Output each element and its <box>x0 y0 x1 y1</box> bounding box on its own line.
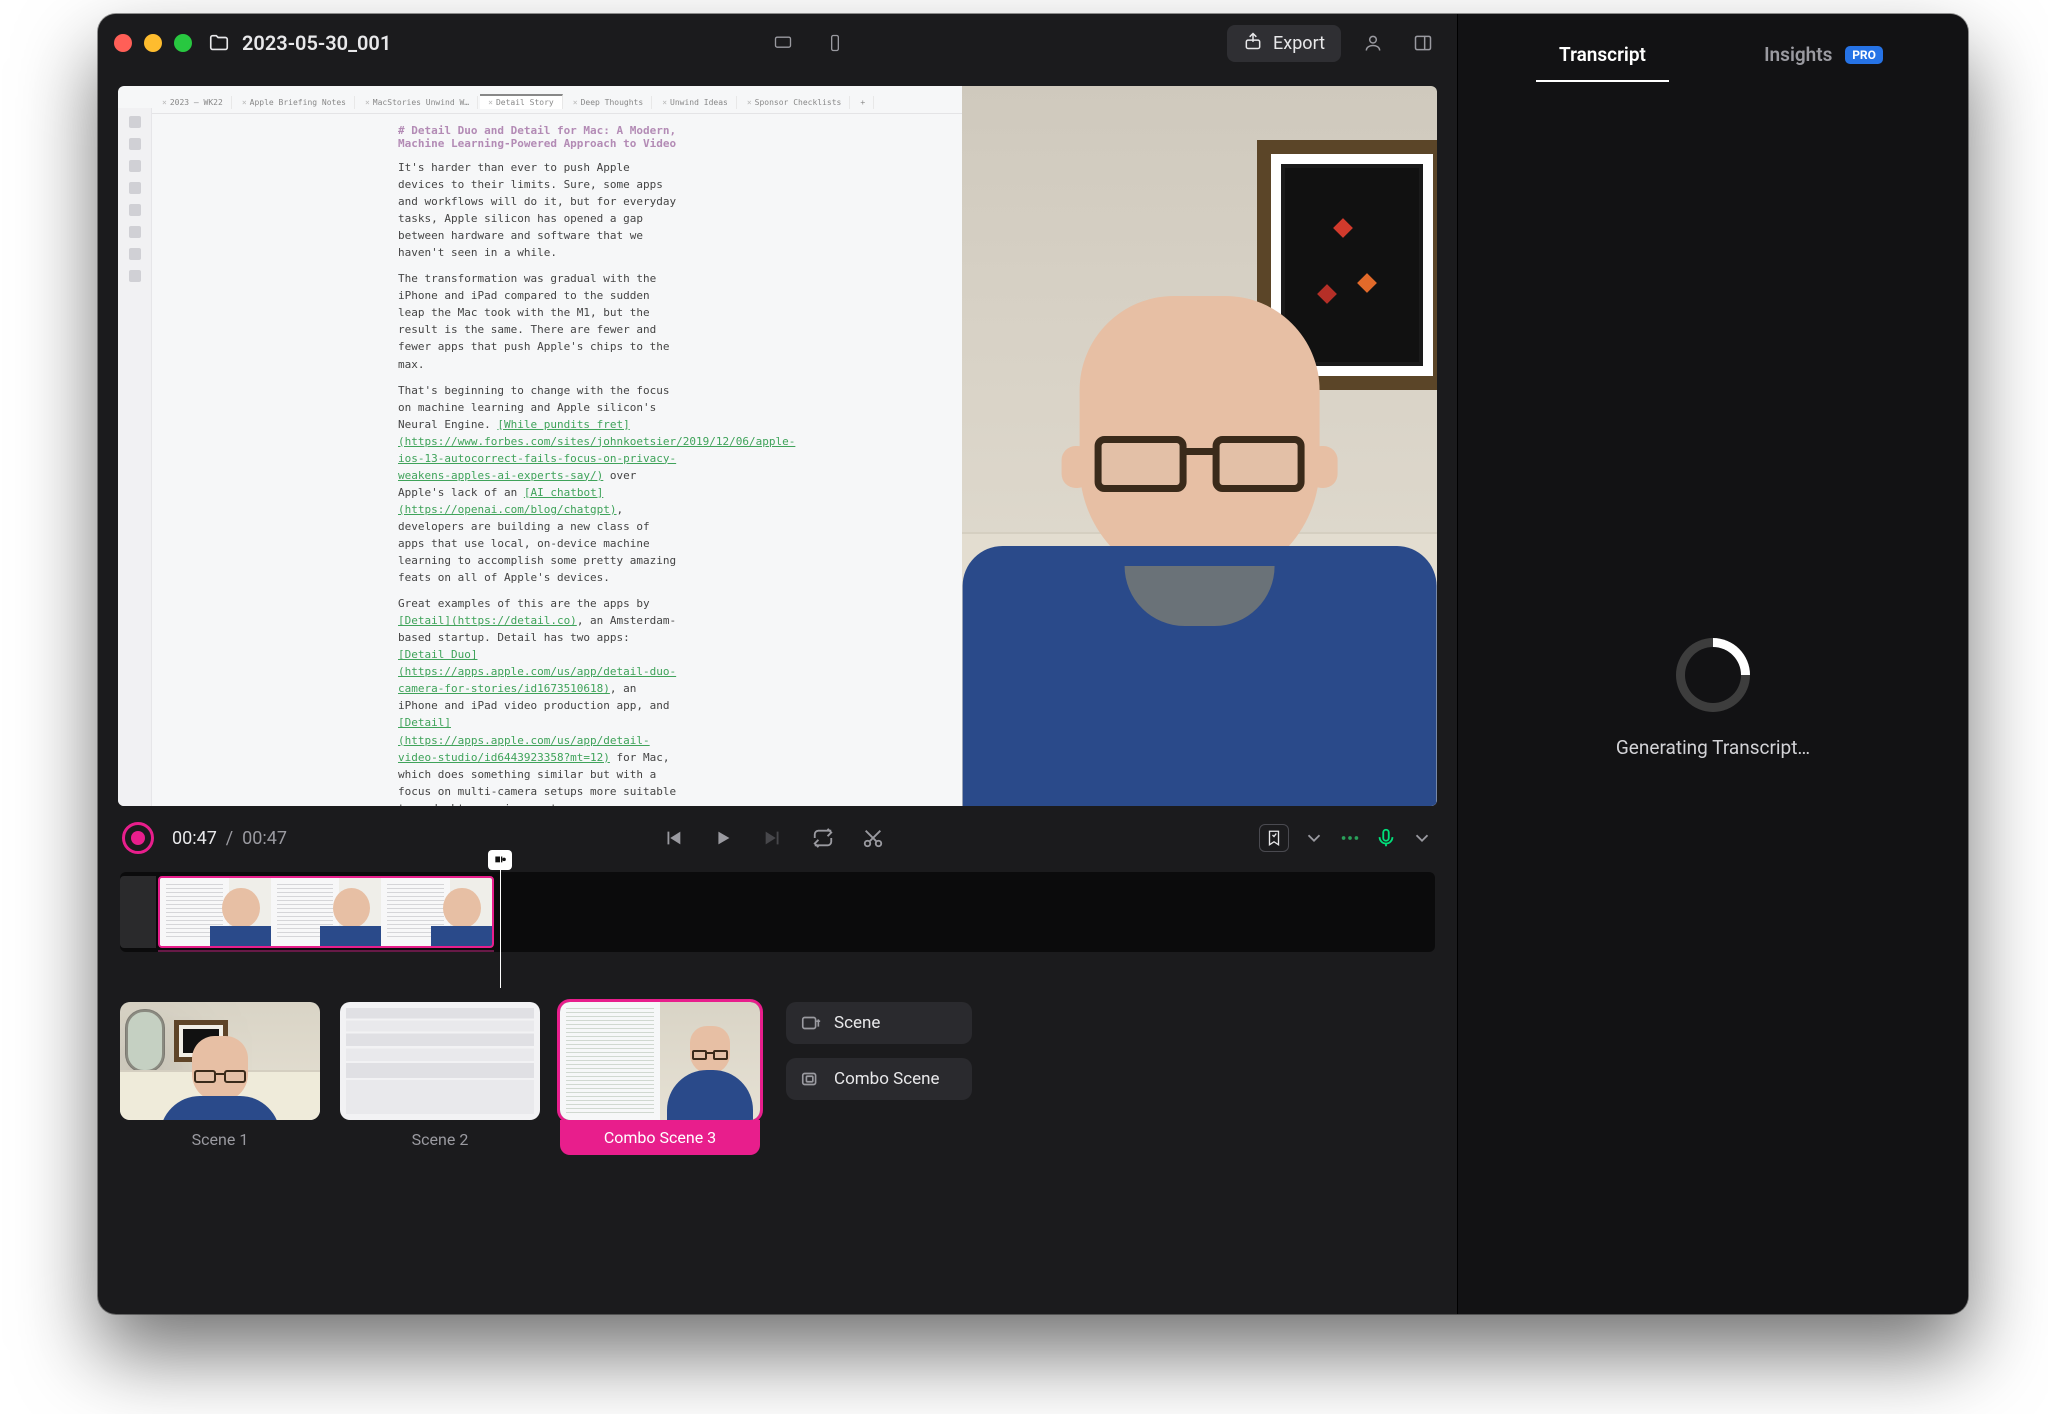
scene-3[interactable]: Combo Scene 3 <box>560 1002 760 1155</box>
titlebar: 2023-05-30_001 Export <box>98 14 1457 72</box>
cut-button[interactable] <box>862 827 884 849</box>
timeline-audio[interactable] <box>158 950 494 952</box>
export-button[interactable]: Export <box>1227 25 1341 62</box>
preview-viewport: ×2023 – WK22 ×Apple Briefing Notes ×MacS… <box>118 86 1437 806</box>
skip-forward-button[interactable] <box>762 827 784 849</box>
traffic-lights <box>114 34 192 52</box>
play-button[interactable] <box>712 827 734 849</box>
add-combo-scene-icon <box>800 1068 822 1090</box>
transcript-status: Generating Transcript… <box>1616 736 1810 759</box>
scene-3-label: Combo Scene 3 <box>560 1120 760 1155</box>
scene-2[interactable]: Scene 2 <box>340 1002 540 1149</box>
skip-back-button[interactable] <box>662 827 684 849</box>
marker-chevron-icon[interactable] <box>1303 827 1325 849</box>
loop-button[interactable] <box>812 827 834 849</box>
scene-2-label: Scene 2 <box>340 1120 540 1149</box>
account-button[interactable] <box>1355 28 1391 58</box>
timecode: 00:47 / 00:47 <box>172 828 287 849</box>
export-label: Export <box>1273 33 1325 54</box>
camera-source <box>962 86 1437 806</box>
app-window: 2023-05-30_001 Export <box>98 14 1968 1314</box>
scene-strip: Scene 1 Scene 2 Combo Scene 3 <box>98 978 1457 1155</box>
editor-tabs: ×2023 – WK22 ×Apple Briefing Notes ×MacS… <box>118 92 962 114</box>
timeline[interactable] <box>120 868 1435 978</box>
display-mode-button[interactable] <box>765 28 801 58</box>
inspector-panel: Transcript Insights PRO Generating Trans… <box>1458 14 1968 1314</box>
add-scene-button[interactable]: Scene <box>786 1002 972 1044</box>
add-combo-scene-button[interactable]: Combo Scene <box>786 1058 972 1100</box>
project-folder-icon[interactable] <box>208 32 230 54</box>
transport-bar: 00:47 / 00:47 <box>98 806 1457 862</box>
scene-1-label: Scene 1 <box>120 1120 320 1149</box>
sidebar-toggle-button[interactable] <box>1405 28 1441 58</box>
tab-insights[interactable]: Insights PRO <box>1713 43 1934 82</box>
document-heading: # Detail Duo and Detail for Mac: A Moder… <box>398 124 676 150</box>
device-button[interactable] <box>817 28 853 58</box>
minimize-window-button[interactable] <box>144 34 162 52</box>
add-scene-icon <box>800 1012 822 1034</box>
close-window-button[interactable] <box>114 34 132 52</box>
project-title: 2023-05-30_001 <box>242 31 391 55</box>
person-avatar <box>962 236 1437 806</box>
editor-sidebar <box>118 108 152 806</box>
marker-button[interactable] <box>1259 824 1289 852</box>
more-button[interactable] <box>1339 827 1361 849</box>
playhead-line[interactable] <box>500 850 501 988</box>
timeline-track[interactable] <box>120 872 1435 952</box>
share-icon <box>1243 31 1263 56</box>
transcript-body: Generating Transcript… <box>1458 82 1968 1314</box>
main-pane: 2023-05-30_001 Export <box>98 14 1458 1314</box>
mic-chevron-icon[interactable] <box>1411 827 1433 849</box>
record-button[interactable] <box>122 822 154 854</box>
screen-capture-source: ×2023 – WK22 ×Apple Briefing Notes ×MacS… <box>118 86 962 806</box>
tab-transcript[interactable]: Transcript <box>1492 43 1713 82</box>
inspector-tabs: Transcript Insights PRO <box>1458 14 1968 82</box>
mic-button[interactable] <box>1375 827 1397 849</box>
document-body: # Detail Duo and Detail for Mac: A Moder… <box>398 124 682 806</box>
timeline-clip[interactable] <box>158 876 494 948</box>
loading-spinner-icon <box>1676 638 1750 712</box>
scene-1[interactable]: Scene 1 <box>120 1002 320 1149</box>
pro-badge: PRO <box>1845 46 1883 64</box>
zoom-window-button[interactable] <box>174 34 192 52</box>
